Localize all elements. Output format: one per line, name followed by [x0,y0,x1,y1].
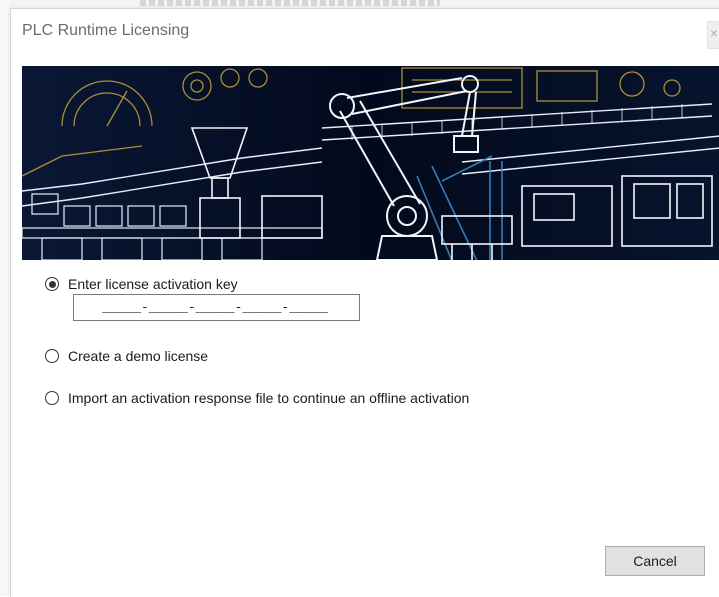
option-demo-license[interactable]: Create a demo license [45,348,208,364]
background-blurred-text [140,0,440,6]
window-title: PLC Runtime Licensing [22,22,190,39]
option-enter-key-label: Enter license activation key [68,276,238,292]
radio-demo-license[interactable] [45,349,59,363]
option-import-response[interactable]: Import an activation response file to co… [45,390,469,406]
close-button[interactable]: ✕ [707,21,719,49]
radio-import-response[interactable] [45,391,59,405]
radio-enter-key[interactable] [45,277,59,291]
option-import-response-label: Import an activation response file to co… [68,390,470,406]
close-icon: ✕ [709,29,719,40]
title-bar: PLC Runtime Licensing ✕ [11,9,719,55]
option-enter-key[interactable]: Enter license activation key [45,276,238,292]
license-key-input-box[interactable] [73,294,360,321]
license-key-input[interactable] [74,295,359,320]
background-window-edge [0,0,10,596]
industrial-banner-image [22,66,719,260]
cancel-button[interactable]: Cancel [605,546,705,576]
option-demo-license-label: Create a demo license [68,348,209,364]
